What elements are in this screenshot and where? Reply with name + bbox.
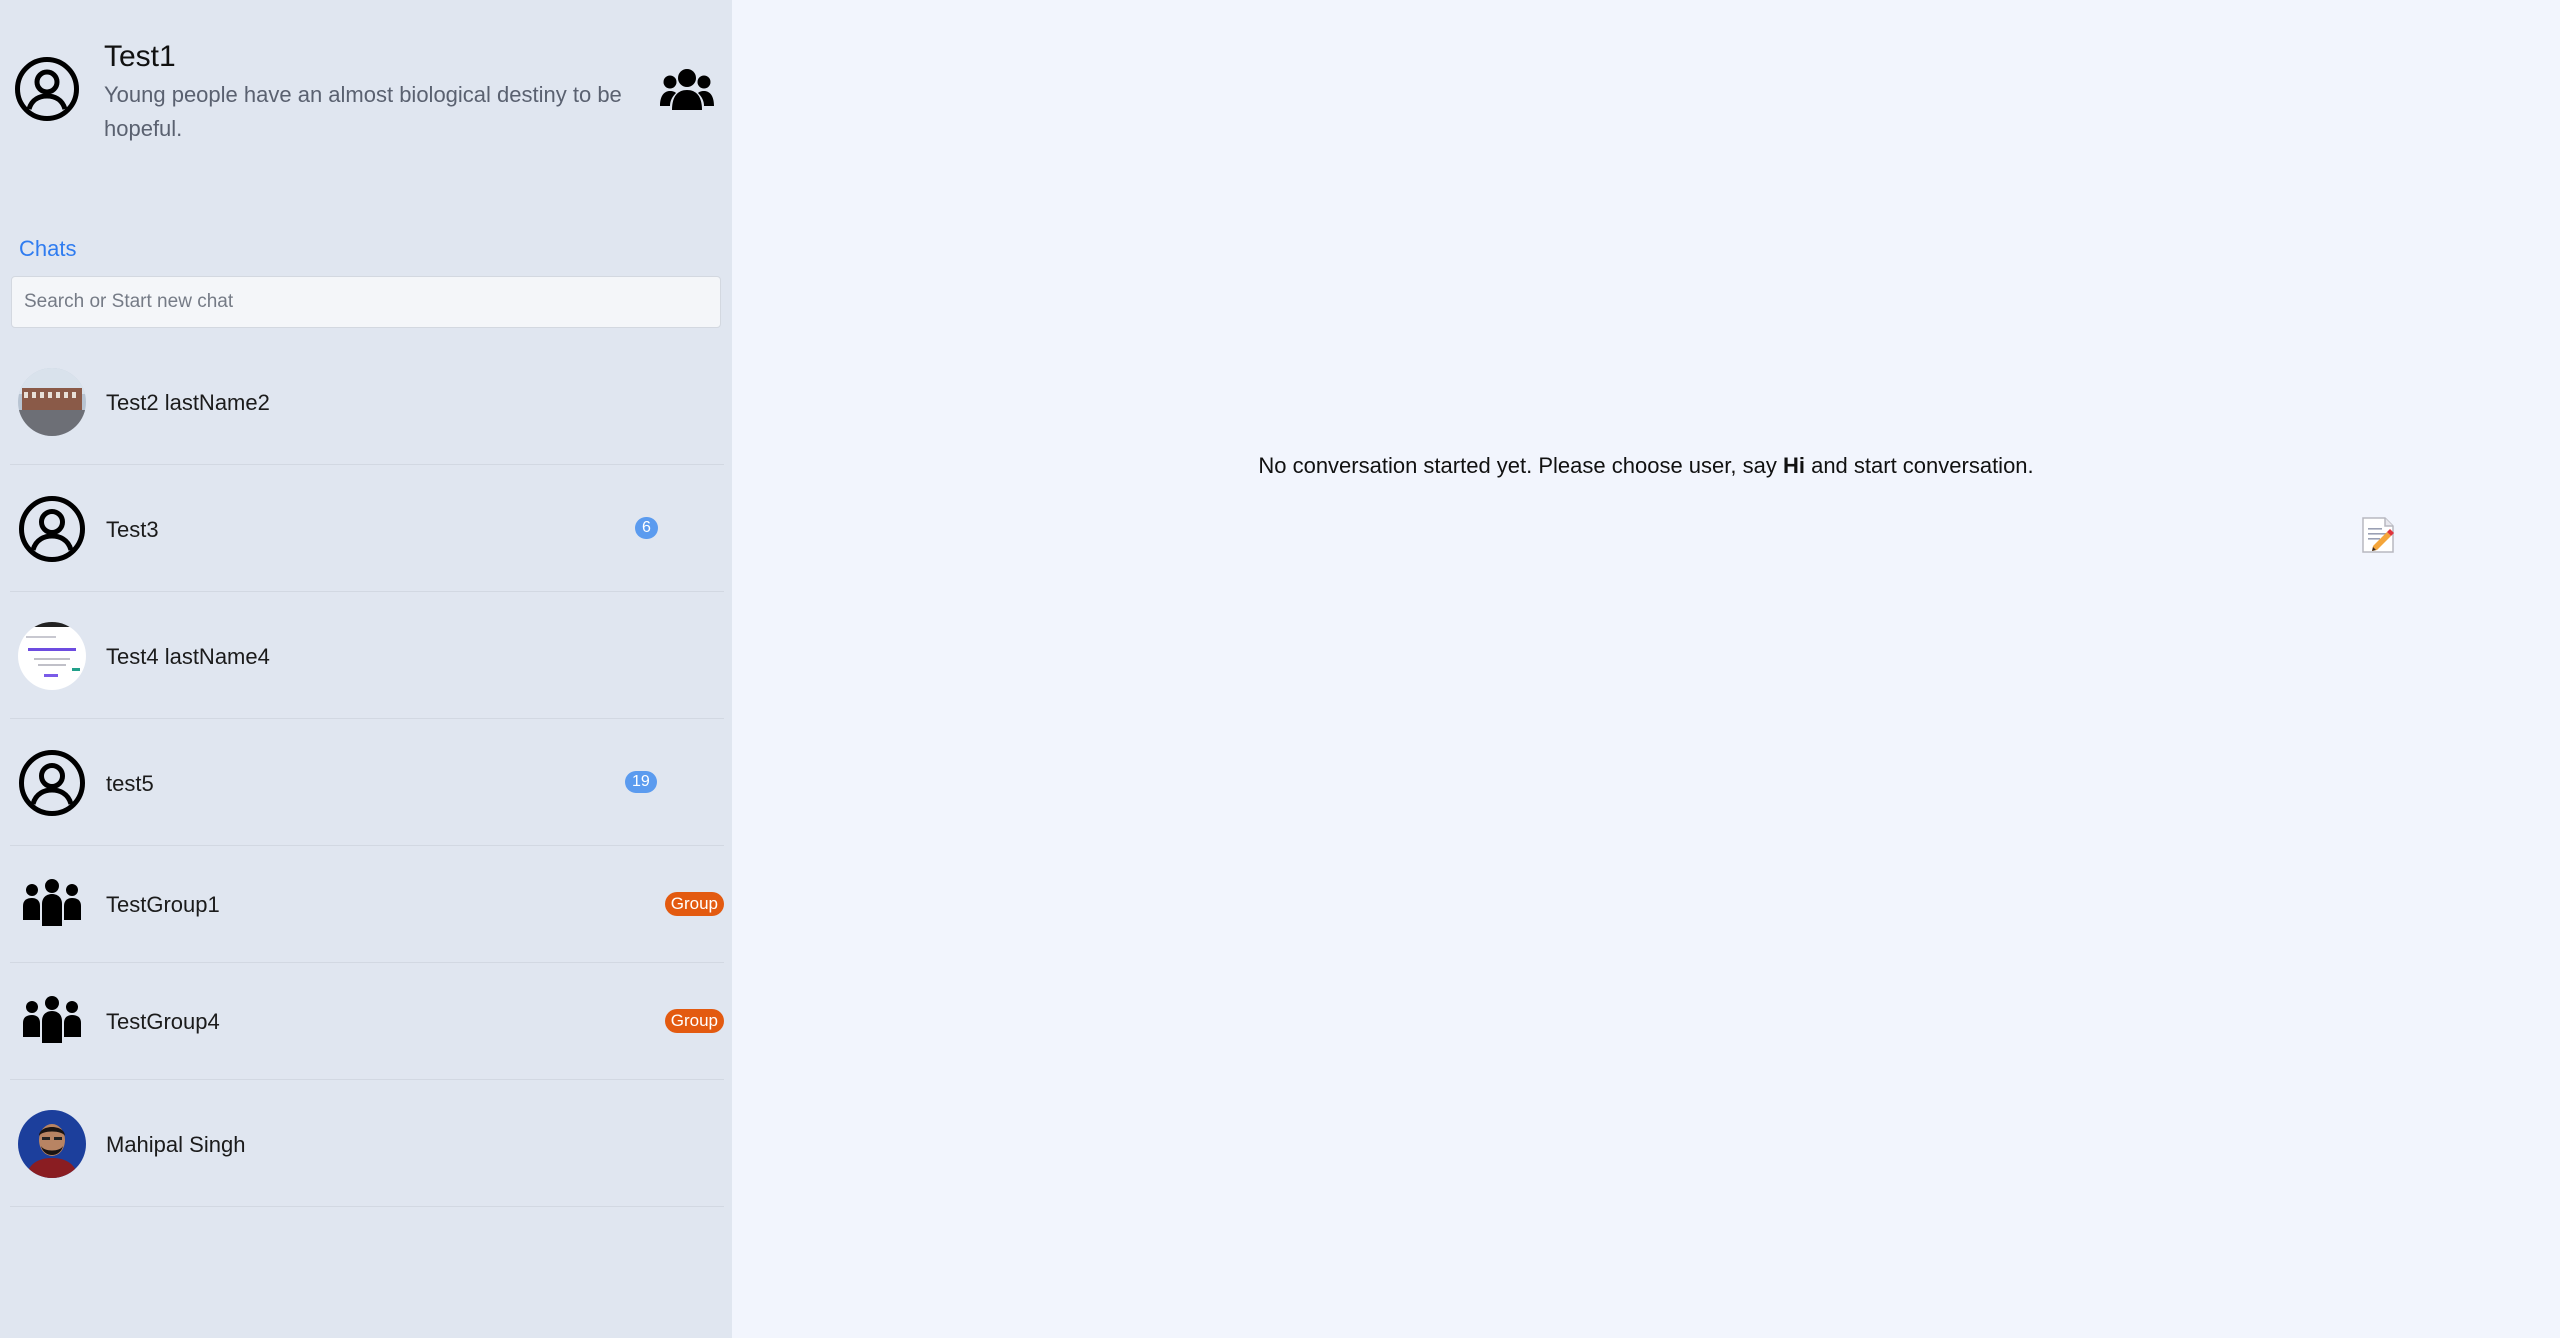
users-icon[interactable] [660, 66, 714, 112]
profile-status: Young people have an almost biological d… [104, 82, 622, 141]
empty-message-highlight: Hi [1782, 453, 1805, 478]
chat-name: Mahipal Singh [106, 1132, 246, 1157]
search-input[interactable] [11, 276, 721, 328]
group-badge: Group [664, 1009, 724, 1033]
chat-name: TestGroup4 [106, 1009, 220, 1034]
avatar [18, 368, 86, 436]
chat-name: TestGroup1 [106, 892, 220, 917]
empty-message-text: No conversation started yet. Please choo… [1258, 453, 1783, 478]
chat-item[interactable]: test5 19 [10, 719, 724, 846]
avatar [18, 1110, 86, 1178]
app-window: Test1 Young people have an almost biolog… [0, 0, 2560, 1338]
empty-message-text-end: and start conversation. [1804, 453, 2034, 478]
chat-list: Test2 lastName2 Test3 6 Test4 lastName4 … [10, 338, 724, 1207]
memo-icon [2362, 517, 2394, 553]
chat-item[interactable]: Test2 lastName2 [10, 338, 724, 465]
chat-name: test5 [106, 771, 154, 796]
group-badge: Group [664, 892, 724, 916]
group-icon [23, 879, 81, 926]
profile-header: Test1 Young people have an almost biolog… [12, 38, 722, 158]
chat-item[interactable]: Test3 6 [10, 465, 724, 592]
profile-name: Test1 [104, 40, 176, 73]
unread-badge: 19 [625, 771, 657, 793]
chat-name: Test2 lastName2 [106, 390, 270, 415]
photo-building [18, 368, 86, 436]
photo-person [18, 1110, 86, 1178]
chats-heading[interactable]: Chats [19, 236, 76, 262]
photo-screenshot [18, 622, 86, 690]
chat-item[interactable]: Test4 lastName4 [10, 592, 724, 719]
unread-badge: 6 [635, 517, 658, 539]
avatar [18, 622, 86, 690]
user-circle-icon[interactable] [14, 56, 80, 122]
chat-item[interactable]: TestGroup4 Group [10, 963, 724, 1080]
chat-item[interactable]: Mahipal Singh [10, 1080, 724, 1207]
sidebar: Test1 Young people have an almost biolog… [0, 0, 732, 1338]
group-icon [23, 996, 81, 1043]
empty-conversation-message: No conversation started yet. Please choo… [732, 453, 2560, 479]
chat-item[interactable]: TestGroup1 Group [10, 846, 724, 963]
chat-name: Test4 lastName4 [106, 644, 270, 669]
user-circle-icon [19, 750, 85, 816]
chat-name: Test3 [106, 517, 159, 542]
conversation-panel: No conversation started yet. Please choo… [732, 0, 2560, 1338]
user-circle-icon [19, 496, 85, 562]
